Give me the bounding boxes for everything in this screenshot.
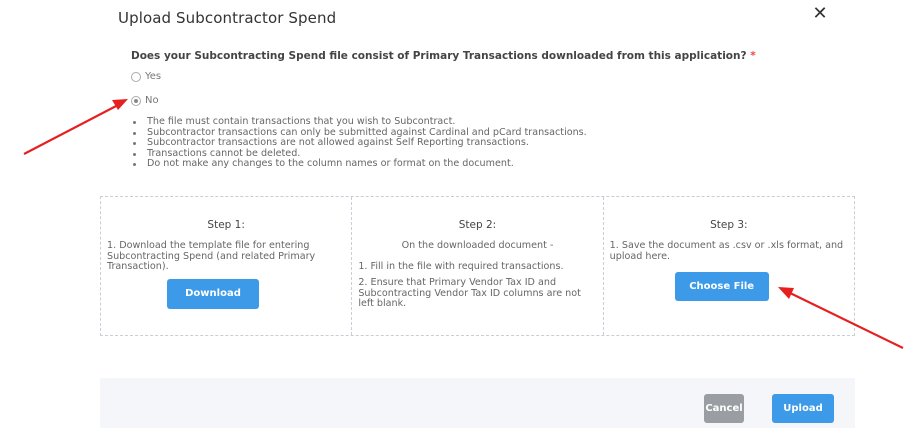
step-2: Step 2: On the downloaded document - 1. …	[352, 197, 604, 335]
step-3: Step 3: 1. Save the document as .csv or …	[604, 197, 854, 335]
question-label: Does your Subcontracting Spend file cons…	[131, 50, 747, 62]
close-icon[interactable]: ✕	[810, 4, 830, 24]
required-mark: *	[750, 50, 756, 62]
radio-option-yes[interactable]: Yes	[131, 71, 161, 82]
step-2-title: Step 2:	[458, 219, 497, 231]
radio-no-label: No	[145, 95, 159, 106]
question-text: Does your Subcontracting Spend file cons…	[131, 50, 756, 62]
cancel-button[interactable]: Cancel	[704, 394, 744, 423]
radio-no-button[interactable]	[131, 95, 141, 106]
step-2-text-1: 1. Fill in the file with required transa…	[358, 260, 564, 272]
download-button[interactable]: Download	[167, 279, 259, 309]
list-item: Do not make any changes to the column na…	[131, 158, 587, 170]
choose-file-button[interactable]: Choose File	[674, 272, 769, 301]
step-3-title: Step 3:	[710, 219, 748, 231]
notes-list: The file must contain transactions that …	[131, 116, 587, 170]
arrow-to-no-option	[23, 99, 128, 155]
step-1-title: Step 1:	[207, 219, 245, 231]
list-item: Subcontractor transactions are not allow…	[131, 137, 587, 149]
dialog-footer: Cancel Upload	[100, 378, 855, 428]
radio-yes-label: Yes	[145, 71, 162, 82]
step-2-subtitle: On the downloaded document -	[401, 240, 554, 251]
step-3-text: 1. Save the document as .csv or .xls for…	[609, 240, 844, 262]
radio-yes-button[interactable]	[131, 71, 141, 82]
dialog-title: Upload Subcontractor Spend	[118, 9, 337, 27]
radio-option-no[interactable]: No	[131, 95, 159, 106]
steps-panel: Step 1: 1. Download the template file fo…	[100, 196, 855, 336]
step-1-text: 1. Download the template file for enteri…	[107, 240, 316, 272]
step-2-text-2: 2. Ensure that Primary Vendor Tax ID and…	[358, 277, 581, 309]
step-1: Step 1: 1. Download the template file fo…	[101, 197, 353, 335]
list-item: The file must contain transactions that …	[131, 116, 587, 128]
upload-button[interactable]: Upload	[772, 394, 834, 423]
